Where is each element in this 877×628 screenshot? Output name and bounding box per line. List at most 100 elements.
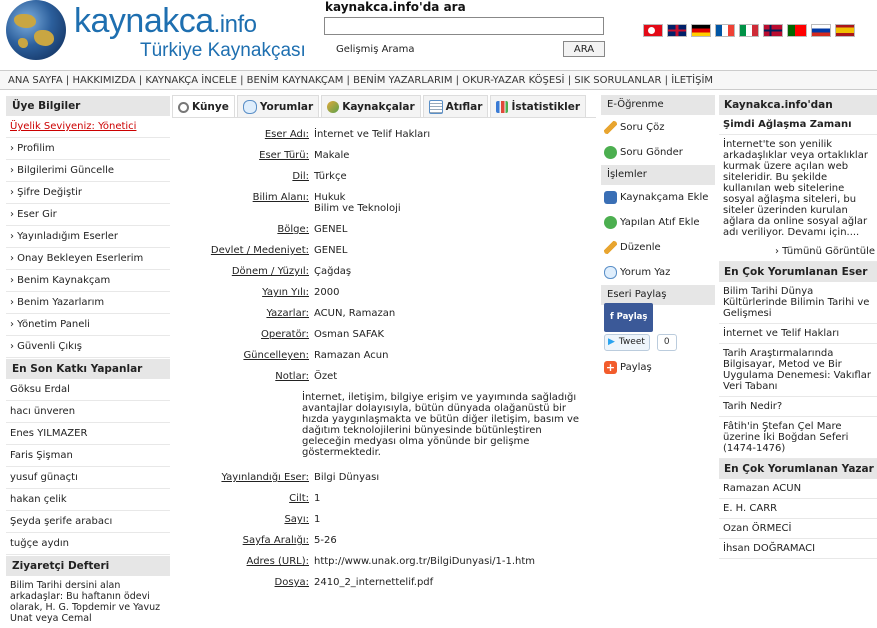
send-question-button[interactable]: Soru Gönder: [601, 140, 715, 165]
tab-kunye[interactable]: Künye: [172, 95, 235, 118]
flag-turkey-icon[interactable]: [643, 24, 663, 37]
see-all-link[interactable]: › Tümünü Görüntüle: [719, 242, 877, 262]
flag-italy-icon[interactable]: [739, 24, 759, 37]
contributor-link[interactable]: yusuf günaçtı: [6, 467, 170, 489]
sidebar-item-my-authors[interactable]: › Benim Yazarlarım: [6, 292, 170, 314]
author-link[interactable]: İhsan DOĞRAMACI: [719, 539, 877, 559]
solve-question-button[interactable]: Soru Çöz: [601, 115, 715, 140]
membership-level-link[interactable]: Üyelik Seviyeniz: Yönetici: [6, 116, 170, 138]
flag-uk-icon[interactable]: [667, 24, 687, 37]
pencil-icon: [604, 241, 617, 254]
work-link[interactable]: İnternet ve Telif Hakları: [719, 324, 877, 344]
operations-heading: İşlemler: [601, 165, 715, 185]
share-button[interactable]: + Paylaş: [601, 355, 715, 380]
contributors-heading: En Son Katkı Yapanlar: [6, 358, 170, 379]
field-value: Osman SAFAK: [314, 329, 385, 340]
work-link[interactable]: Tarih Araştırmalarında Bilgisayar, Metod…: [719, 344, 877, 397]
flag-germany-icon[interactable]: [691, 24, 711, 37]
plus-icon: +: [604, 361, 617, 374]
contributor-link[interactable]: hacı ünveren: [6, 401, 170, 423]
author-link[interactable]: E. H. CARR: [719, 499, 877, 519]
twitter-bird-icon: ▶: [608, 337, 615, 347]
globe-logo-icon[interactable]: [6, 0, 66, 60]
add-icon: [604, 216, 617, 229]
contributor-link[interactable]: Göksu Erdal: [6, 379, 170, 401]
field-label: Sayı:: [284, 514, 309, 525]
sidebar-item-my-bibliography[interactable]: › Benim Kaynakçam: [6, 270, 170, 292]
sidebar-item-admin-panel[interactable]: › Yönetim Paneli: [6, 314, 170, 336]
guestbook-heading: Ziyaretçi Defteri: [6, 555, 170, 576]
field-value: 1: [314, 514, 321, 525]
file-link[interactable]: 2410_2_internettelif.pdf: [314, 577, 433, 588]
field-value: 1: [314, 493, 321, 504]
flag-france-icon[interactable]: [715, 24, 735, 37]
most-commented-works-heading: En Çok Yorumlanan Eser: [719, 262, 877, 282]
field-label: Bölge:: [277, 224, 309, 235]
tab-comments[interactable]: Yorumlar: [236, 95, 320, 118]
contributor-link[interactable]: Enes YILMAZER: [6, 423, 170, 445]
field-value: ACUN, Ramazan: [314, 308, 396, 319]
contributor-link[interactable]: hakan çelik: [6, 489, 170, 511]
field-label: Yayınlandığı Eser:: [221, 472, 309, 483]
sidebar-item-pending-works[interactable]: › Onay Bekleyen Eserlerim: [6, 248, 170, 270]
record-details: Eser Adı: İnternet ve Telif Hakları Eser …: [172, 117, 596, 594]
tab-citations[interactable]: Atıflar: [422, 95, 489, 118]
field-value: Hukuk Bilim ve Teknoloji: [314, 192, 401, 214]
field-label: Dönem / Yüzyıl:: [231, 266, 309, 277]
tweet-count: 0: [656, 334, 677, 351]
search-button[interactable]: ARA: [563, 41, 605, 57]
abstract-text: İnternet, iletişim, bilgiye erişim ve ya…: [302, 392, 580, 458]
search-input[interactable]: [324, 17, 604, 35]
tab-bibliographies[interactable]: Kaynakçalar: [321, 95, 421, 118]
flag-portugal-icon[interactable]: [787, 24, 807, 37]
contributor-link[interactable]: tuğçe aydın: [6, 533, 170, 555]
add-to-bibliography-button[interactable]: Kaynakçama Ekle: [601, 185, 715, 210]
field-value: 2000: [314, 287, 340, 298]
author-link[interactable]: Ozan ÖRMECİ: [719, 519, 877, 539]
field-label: Yazarlar:: [266, 308, 309, 319]
field-value: GENEL: [314, 245, 348, 256]
work-link[interactable]: Bilim Tarihi Dünya Kültürlerinde Bilimin…: [719, 282, 877, 324]
edit-button[interactable]: Düzenle: [601, 235, 715, 260]
field-label: Notlar:: [275, 371, 309, 382]
users-icon: [327, 101, 340, 113]
flag-spain-icon[interactable]: [835, 24, 855, 37]
left-sidebar: Üye Bilgiler Üyelik Seviyeniz: Yönetici …: [6, 95, 170, 628]
from-site-heading: Kaynakca.info'dan: [719, 95, 877, 115]
field-value: 5-26: [314, 535, 337, 546]
field-label: Eser Türü:: [259, 150, 309, 161]
advanced-search-link[interactable]: Gelişmiş Arama: [336, 44, 415, 55]
magnifier-icon: [178, 101, 189, 113]
flag-russia-icon[interactable]: [811, 24, 831, 37]
work-link[interactable]: Tarih Nedir?: [719, 397, 877, 417]
write-comment-button[interactable]: Yorum Yaz: [601, 260, 715, 285]
field-label: Güncelleyen:: [243, 350, 309, 361]
sidebar-item-logout[interactable]: › Güvenli Çıkış: [6, 336, 170, 358]
facebook-share-button[interactable]: f Paylaş: [604, 303, 654, 332]
work-link[interactable]: Fâtih'in Ştefan Çel Mare üzerine İki Boğ…: [719, 417, 877, 459]
site-logo-text[interactable]: kaynakca.info: [74, 2, 257, 41]
sidebar-item-enter-work[interactable]: › Eser Gir: [6, 204, 170, 226]
url-link[interactable]: http://www.unak.org.tr/BilgiDunyasi/1-1.…: [314, 556, 535, 567]
field-value: Ramazan Acun: [314, 350, 389, 361]
author-link[interactable]: Ramazan ACUN: [719, 479, 877, 499]
sidebar-item-change-password[interactable]: › Şifre Değiştir: [6, 182, 170, 204]
actions-panel: E-Öğrenme Soru Çöz Soru Gönder İşlemler …: [601, 95, 715, 380]
sidebar-item-update-info[interactable]: › Bilgilerimi Güncelle: [6, 160, 170, 182]
top-navigation[interactable]: ANA SAYFA | HAKKIMIZDA | KAYNAKÇA İNCELE…: [0, 70, 877, 90]
field-value: Makale: [314, 150, 350, 161]
facebook-share-row: f Paylaş: [601, 303, 715, 332]
guestbook-entry[interactable]: Bilim Tarihi dersini alan arkadaşlar: Bu…: [6, 576, 170, 628]
right-sidebar: Kaynakca.info'dan Şimdi Ağlaşma Zamanı İ…: [719, 95, 877, 559]
add-citation-button[interactable]: Yapılan Atıf Ekle: [601, 210, 715, 235]
flag-norway-icon[interactable]: [763, 24, 783, 37]
sidebar-item-profile[interactable]: › Profilim: [6, 138, 170, 160]
article-title[interactable]: Şimdi Ağlaşma Zamanı: [719, 115, 877, 135]
contributor-link[interactable]: Faris Şişman: [6, 445, 170, 467]
tweet-button[interactable]: ▶ Tweet: [604, 334, 650, 351]
contributor-link[interactable]: Şeyda şerife arabacı: [6, 511, 170, 533]
tab-statistics[interactable]: İstatistikler: [490, 95, 587, 118]
document-icon: [428, 100, 443, 114]
sidebar-item-published-works[interactable]: › Yayınladığım Eserler: [6, 226, 170, 248]
field-label: Adres (URL):: [246, 556, 309, 567]
